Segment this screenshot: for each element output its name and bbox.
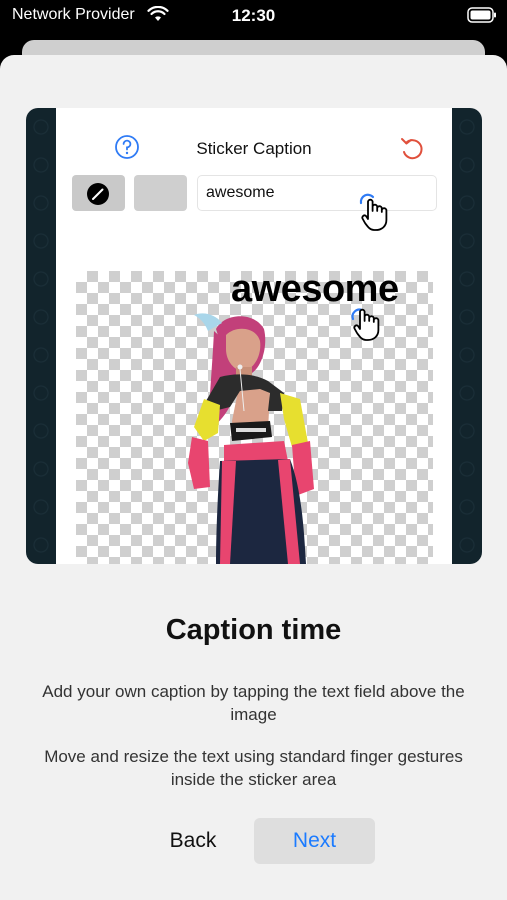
tap-hand-icon: [359, 193, 388, 231]
next-button[interactable]: Next: [254, 818, 375, 864]
back-button[interactable]: Back: [143, 818, 243, 864]
status-bar: Network Provider 12:30: [0, 0, 507, 34]
editor-title: Sticker Caption: [196, 139, 312, 158]
undo-icon[interactable]: [398, 134, 426, 162]
tap-hand-icon: [351, 308, 380, 341]
onboarding-heading: Caption time: [165, 614, 342, 646]
pen-icon: [87, 183, 109, 205]
caption-input[interactable]: [197, 175, 437, 211]
battery-icon: [467, 7, 496, 23]
sticker-editor-panel: Sticker Caption awesome awesome: [56, 108, 452, 564]
pen-tool-button[interactable]: [72, 175, 125, 211]
pattern-strip: [452, 108, 482, 564]
clock: 12:30: [231, 6, 276, 25]
editor-preview: Sticker Caption awesome awesome: [26, 108, 482, 564]
onboarding-description: Move and resize the text using standard …: [44, 747, 463, 789]
onboarding-description: Add your own caption by tapping the text…: [42, 682, 465, 724]
sticker-photo: [188, 313, 314, 564]
color-picker-button[interactable]: [134, 175, 187, 211]
pattern-strip: [26, 108, 56, 564]
